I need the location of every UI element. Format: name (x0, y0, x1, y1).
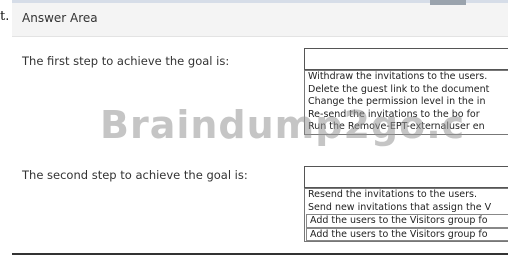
prefix-text: t. (0, 9, 8, 24)
bottom-divider (12, 253, 508, 255)
step2-option-4[interactable]: Add the users to the Visitors group fo (306, 227, 508, 241)
step2-option-2[interactable]: Send new invitations that assign the V (305, 202, 508, 215)
step1-option-4[interactable]: Re-send the invitations to the bo for (305, 109, 508, 122)
answer-area-title: Answer Area (22, 11, 98, 25)
step1-options-list: Withdraw the invitations to the users. D… (304, 70, 508, 135)
step2-label: The second step to achieve the goal is: (22, 168, 248, 182)
step1-dropdown[interactable] (304, 48, 508, 70)
step1-option-2[interactable]: Delete the guest link to the document (305, 84, 508, 97)
step1-option-3[interactable]: Change the permission level in the in (305, 96, 508, 109)
step2-option-1[interactable]: Resend the invitations to the users. (305, 189, 508, 202)
step2-dropdown[interactable] (304, 166, 508, 188)
step1-option-5[interactable]: Run the Remove-EPT-externaluser en (305, 121, 508, 134)
step2-option-3[interactable]: Add the users to the Visitors group fo (306, 214, 508, 228)
step2-options-list: Resend the invitations to the users. Sen… (304, 188, 508, 242)
step1-label: The first step to achieve the goal is: (22, 54, 230, 68)
header-mark (430, 0, 466, 5)
step1-option-1[interactable]: Withdraw the invitations to the users. (305, 71, 508, 84)
answer-area-panel: Answer Area The first step to achieve th… (12, 0, 508, 259)
